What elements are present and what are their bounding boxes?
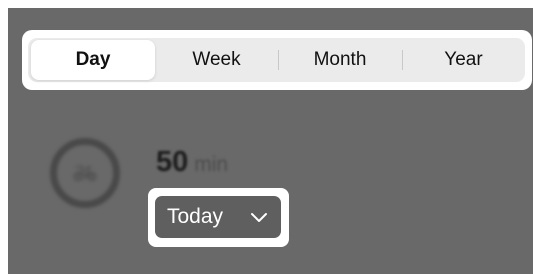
segment-week[interactable]: Week: [155, 38, 278, 82]
segment-month[interactable]: Month: [278, 38, 402, 82]
activity-value: 50 min: [156, 146, 228, 179]
activity-unit: min: [194, 153, 229, 176]
time-range-segmented-control: Day Week Month Year: [28, 38, 525, 82]
activity-ring: 🚲︎: [50, 138, 120, 208]
bicycle-icon: 🚲︎: [72, 162, 98, 185]
screen-frame: Day Week Month Year 🚲︎ 50 min Today: [0, 0, 533, 274]
segment-year[interactable]: Year: [402, 38, 525, 82]
period-dropdown[interactable]: Today: [155, 196, 281, 238]
chevron-down-icon: [251, 213, 267, 222]
dropdown-highlight: Today: [148, 188, 289, 247]
segment-day[interactable]: Day: [31, 40, 155, 80]
activity-minutes: 50: [156, 146, 189, 178]
segmented-control-highlight: Day Week Month Year: [22, 30, 532, 90]
period-dropdown-label: Today: [167, 205, 224, 228]
dimmed-overlay: Day Week Month Year 🚲︎ 50 min Today: [8, 8, 533, 274]
